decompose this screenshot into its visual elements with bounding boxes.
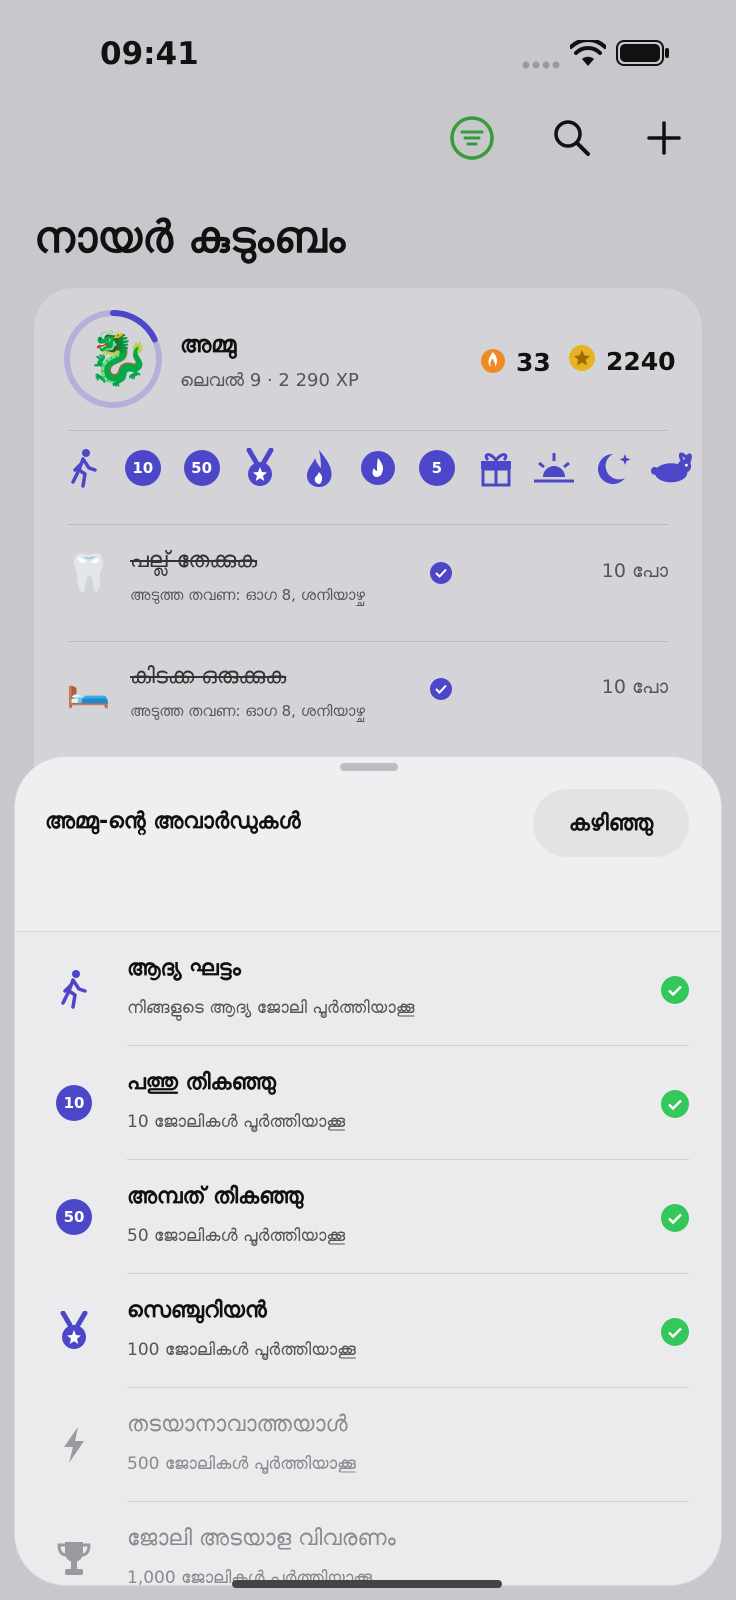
award-title: ആദ്യ ഘട്ടം <box>127 956 241 981</box>
award-row[interactable]: സെഞ്ചുറിയൻ 100 ജോലികൾ പൂർത്തിയാക്കൂ <box>15 1274 721 1388</box>
task-emoji: 🛏️ <box>66 669 111 710</box>
bolt-icon <box>53 1424 95 1466</box>
walk-icon <box>62 446 106 490</box>
badge-50-label: 50 <box>183 450 220 486</box>
badge-5: 5 <box>415 446 459 490</box>
task-emoji: 🦷 <box>66 553 111 594</box>
checkmark-icon <box>661 1204 689 1232</box>
award-title: പത്തു തികഞ്ഞു <box>127 1070 276 1095</box>
signal-icon <box>522 56 560 75</box>
badge-10-icon: 10 <box>53 1082 95 1124</box>
checkmark-icon[interactable] <box>430 562 452 584</box>
task-points: 10 പോ <box>601 560 668 582</box>
badge-5-label: 5 <box>418 450 455 486</box>
checkmark-icon[interactable] <box>430 678 452 700</box>
task-row[interactable]: 🛏️ കിടക്ക ഒരുക്കുക അടുത്ത തവണ: ഓഗ 8, ശനി… <box>34 640 702 740</box>
award-title: അമ്പത് തികഞ്ഞു <box>127 1184 304 1209</box>
award-row[interactable]: ആദ്യ ഘട്ടം നിങ്ങളുടെ ആദ്യ ജോലി പൂർത്തിയാ… <box>15 932 721 1046</box>
checkmark-icon <box>661 1318 689 1346</box>
search-icon <box>552 118 592 162</box>
awards-sheet: അമ്മു-ന്റെ അവാർഡുകൾ കഴിഞ്ഞു ആദ്യ ഘട്ടം ന… <box>14 756 722 1586</box>
member-level: ലെവൽ 9 · 2 290 XP <box>180 370 359 391</box>
member-name: അമ്മു <box>180 332 237 358</box>
moon-stars-icon <box>591 446 635 490</box>
award-description: 50 ജോലികൾ പൂർത്തിയാക്കൂ <box>127 1226 346 1246</box>
avatar: 🐉 <box>86 329 151 389</box>
task-points: 10 പോ <box>601 676 668 698</box>
streak-count: 33 <box>516 347 551 377</box>
checkmark-icon <box>661 976 689 1004</box>
checkmark-icon <box>661 1090 689 1118</box>
divider <box>68 430 668 431</box>
flame-icon <box>480 344 506 380</box>
filter-icon <box>449 115 495 165</box>
badge-10-label: 10 <box>124 450 161 486</box>
award-description: 100 ജോലികൾ പൂർത്തിയാക്കൂ <box>127 1340 356 1360</box>
award-row-locked[interactable]: ജോലി അടയാള വിവരണം 1,000 ജോലികൾ പൂർത്തിയാ… <box>15 1502 721 1585</box>
sheet-grabber[interactable] <box>340 763 398 771</box>
medal-icon <box>53 1310 95 1352</box>
plus-icon <box>647 121 681 159</box>
filter-button[interactable] <box>442 110 502 170</box>
badge-50: 50 <box>180 446 224 490</box>
member-card[interactable]: 🐉 അമ്മു ലെവൽ 9 · 2 290 XP 33 2240 10 50 … <box>34 288 702 808</box>
award-title: ജോലി അടയാള വിവരണം <box>127 1526 396 1551</box>
coin-count: 2240 <box>606 346 676 376</box>
done-button[interactable]: കഴിഞ്ഞു <box>533 789 689 857</box>
award-row[interactable]: 50 അമ്പത് തികഞ്ഞു 50 ജോലികൾ പൂർത്തിയാക്ക… <box>15 1160 721 1274</box>
home-indicator <box>232 1580 502 1588</box>
award-title: തടയാനാവാത്തയാൾ <box>127 1412 348 1437</box>
award-row[interactable]: 10 പത്തു തികഞ്ഞു 10 ജോലികൾ പൂർത്തിയാക്കൂ <box>15 1046 721 1160</box>
award-description: 10 ജോലികൾ പൂർത്തിയാക്കൂ <box>127 1112 346 1132</box>
status-time: 09:41 <box>100 36 199 72</box>
medal-icon <box>238 446 282 490</box>
search-button[interactable] <box>542 110 602 170</box>
badge-text: 50 <box>56 1199 92 1235</box>
gift-icon <box>474 446 518 490</box>
task-subtitle: അടുത്ത തവണ: ഓഗ 8, ശനിയാഴ്ച <box>130 702 365 720</box>
coins-stat: 2240 <box>568 344 676 378</box>
wifi-icon <box>569 37 607 72</box>
award-description: നിങ്ങളുടെ ആദ്യ ജോലി പൂർത്തിയാക്കൂ <box>127 998 415 1018</box>
award-row-locked[interactable]: തടയാനാവാത്തയാൾ 500 ജോലികൾ പൂർത്തിയാക്കൂ <box>15 1388 721 1502</box>
task-subtitle: അടുത്ത തവണ: ഓഗ 8, ശനിയാഴ്ച <box>130 586 365 604</box>
hare-icon <box>650 446 694 490</box>
streak-stat: 33 <box>480 344 551 380</box>
coin-icon <box>568 344 596 378</box>
badge-row[interactable]: 10 50 5 <box>58 438 698 498</box>
task-title: പല്ല് തേക്കുക <box>130 548 258 573</box>
add-button[interactable] <box>634 110 694 170</box>
flame-icon <box>297 446 341 490</box>
sheet-title: അമ്മു-ന്റെ അവാർഡുകൾ <box>45 809 301 834</box>
task-title: കിടക്ക ഒരുക്കുക <box>130 664 287 689</box>
badge-text: 10 <box>56 1085 92 1121</box>
sheet-header: അമ്മു-ന്റെ അവാർഡുകൾ കഴിഞ്ഞു <box>15 757 721 932</box>
battery-icon <box>616 40 670 70</box>
page-title: നായർ കുടുംബം <box>34 212 346 263</box>
award-description: 500 ജോലികൾ പൂർത്തിയാക്കൂ <box>127 1454 356 1474</box>
flame-circle-icon <box>356 446 400 490</box>
badge-50-icon: 50 <box>53 1196 95 1238</box>
walk-icon <box>53 968 95 1010</box>
sunrise-icon <box>532 446 576 490</box>
task-row[interactable]: 🦷 പല്ല് തേക്കുക അടുത്ത തവണ: ഓഗ 8, ശനിയാഴ… <box>34 524 702 624</box>
trophy-icon <box>53 1538 95 1580</box>
award-title: സെഞ്ചുറിയൻ <box>127 1298 267 1323</box>
badge-10: 10 <box>121 446 165 490</box>
